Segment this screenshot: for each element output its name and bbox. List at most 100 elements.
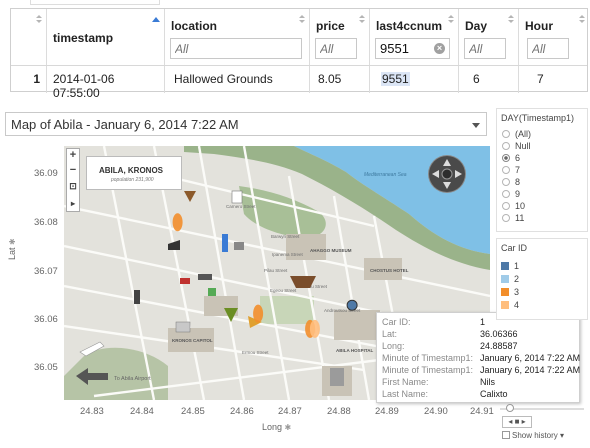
radio-icon[interactable]: [502, 166, 510, 174]
sort-indicator-icon[interactable]: [579, 15, 585, 25]
airport-label: To Abila Airport: [114, 376, 151, 382]
filter-panel: DAY(Timestamp1) (All) Null 6 7 8 9 10 11 Car ID…: [496, 108, 590, 448]
day-option[interactable]: 6: [502, 153, 520, 163]
checkbox-icon[interactable]: [502, 431, 510, 439]
day-option[interactable]: 8: [502, 177, 520, 187]
poi-icon: [208, 288, 216, 296]
building-label: ABILA HOSPITAL: [336, 348, 373, 353]
y-tick-label: 36.07: [34, 266, 58, 277]
tooltip-key: Minute of Timestamp1:: [382, 365, 474, 375]
header-label: location: [171, 19, 218, 33]
poi-icon: [234, 242, 244, 250]
pan-control[interactable]: [429, 156, 465, 192]
day-option-label: (All): [515, 129, 531, 139]
header-label: last4ccnum: [376, 19, 443, 33]
chevron-down-icon[interactable]: [472, 123, 480, 128]
cell-day: 6: [459, 66, 519, 93]
zoom-out-button[interactable]: −: [67, 164, 79, 178]
day-option[interactable]: Null: [502, 141, 531, 151]
show-history-toggle[interactable]: Show history ▾: [502, 431, 564, 440]
sort-indicator-icon[interactable]: [448, 15, 454, 25]
cell-rownum: 1: [11, 66, 47, 93]
car-3-marker[interactable]: [172, 213, 183, 232]
y-axis-title: Lat ✱: [7, 238, 17, 260]
day-option-label: 11: [515, 213, 525, 223]
street-label: Carnero Street: [226, 204, 256, 209]
radio-icon[interactable]: [502, 214, 510, 222]
day-option[interactable]: (All): [502, 129, 531, 139]
map-title-dropdown[interactable]: Map of Abila - January 6, 2014 7:22 AM: [5, 112, 487, 136]
radio-icon[interactable]: [502, 202, 510, 210]
header-label: Hour: [525, 19, 553, 33]
car-legend-item[interactable]: 4: [501, 300, 519, 310]
radio-icon[interactable]: [502, 178, 510, 186]
cell-hour: 7: [519, 66, 589, 93]
pin-icon: ✱: [8, 238, 17, 245]
header-timestamp[interactable]: timestamp: [47, 9, 165, 65]
car-legend-item[interactable]: 2: [501, 274, 519, 284]
tooltip-key: Long:: [382, 341, 405, 351]
building-label: KRONOS CAPITOL: [172, 338, 213, 343]
y-axis-label: Lat: [7, 247, 17, 260]
show-history-label: Show history: [512, 431, 558, 440]
radio-icon[interactable]: [502, 130, 510, 138]
x-tick-label: 24.88: [327, 406, 351, 417]
poi-icon: [184, 191, 196, 202]
hour-filter-input[interactable]: [527, 38, 569, 59]
highlighted-car-marker[interactable]: [346, 299, 358, 311]
x-tick-label: 24.89: [375, 406, 399, 417]
radio-icon[interactable]: [502, 154, 510, 162]
y-tick-label: 36.09: [34, 168, 58, 179]
sort-indicator-icon[interactable]: [36, 15, 42, 25]
header-price[interactable]: price: [310, 9, 370, 65]
sort-indicator-icon[interactable]: [359, 15, 365, 25]
sort-indicator-icon[interactable]: [508, 15, 514, 25]
sort-indicator-icon[interactable]: [299, 15, 305, 25]
location-filter-input[interactable]: [170, 38, 302, 59]
clear-filter-icon[interactable]: ×: [434, 43, 445, 54]
header-last4ccnum[interactable]: last4ccnum ×: [370, 9, 459, 65]
playback-controls[interactable]: ◂ ■ ▸: [502, 416, 532, 428]
timestamp-value: 2014-01-06 07:55:00: [53, 72, 115, 100]
compass-icon: [432, 159, 462, 189]
row-number: 1: [33, 72, 40, 86]
zoom-in-button[interactable]: +: [67, 149, 79, 163]
x-tick-label: 24.84: [130, 406, 154, 417]
price-filter-input[interactable]: [315, 38, 357, 59]
tooltip-value: 1: [480, 317, 486, 327]
day-option[interactable]: 11: [502, 213, 524, 223]
header-location[interactable]: location: [165, 9, 310, 65]
day-option-label: 8: [515, 177, 521, 187]
car-4-marker[interactable]: [309, 319, 320, 338]
day-option-label: 6: [515, 153, 521, 163]
day-option[interactable]: 7: [502, 165, 520, 175]
day-filter-title: DAY(Timestamp1): [501, 113, 575, 123]
day-option[interactable]: 9: [502, 189, 520, 199]
header-hour[interactable]: Hour: [519, 9, 589, 65]
tooltip-key: Minute of Timestamp1:: [382, 353, 474, 363]
expand-toolbar-button[interactable]: ▸: [67, 197, 79, 211]
day-option[interactable]: 10: [502, 201, 525, 211]
poi-icon: [231, 190, 243, 204]
x-tick-label: 24.83: [80, 406, 104, 417]
sort-ascending-icon[interactable]: [152, 17, 160, 22]
car-3-marker[interactable]: [253, 304, 264, 323]
radio-icon[interactable]: [502, 142, 510, 150]
select-tool-button[interactable]: ⊡: [67, 180, 79, 194]
sea-label: Mediterranean Sea: [364, 172, 407, 178]
map-zoom-controls: + − ⊡ ▸: [66, 148, 80, 212]
car-legend-item[interactable]: 3: [501, 287, 519, 297]
x-axis-title: Long ✱: [262, 422, 291, 432]
poi-icon: [134, 290, 140, 304]
car-legend-item[interactable]: 1: [501, 261, 519, 271]
page-slider-handle[interactable]: [506, 404, 514, 412]
day-filter-input[interactable]: [464, 38, 506, 59]
x-tick-label: 24.86: [230, 406, 254, 417]
table-row[interactable]: 1 2014-01-06 07:55:00 Hallowed Grounds 8…: [11, 65, 589, 100]
header-label: timestamp: [53, 31, 114, 45]
city-name: ABILA, KRONOS: [99, 166, 163, 175]
city-inset-card: ABILA, KRONOS population 231,900: [86, 156, 182, 190]
header-day[interactable]: Day: [459, 9, 519, 65]
radio-icon[interactable]: [502, 190, 510, 198]
y-tick-label: 36.06: [34, 314, 58, 325]
